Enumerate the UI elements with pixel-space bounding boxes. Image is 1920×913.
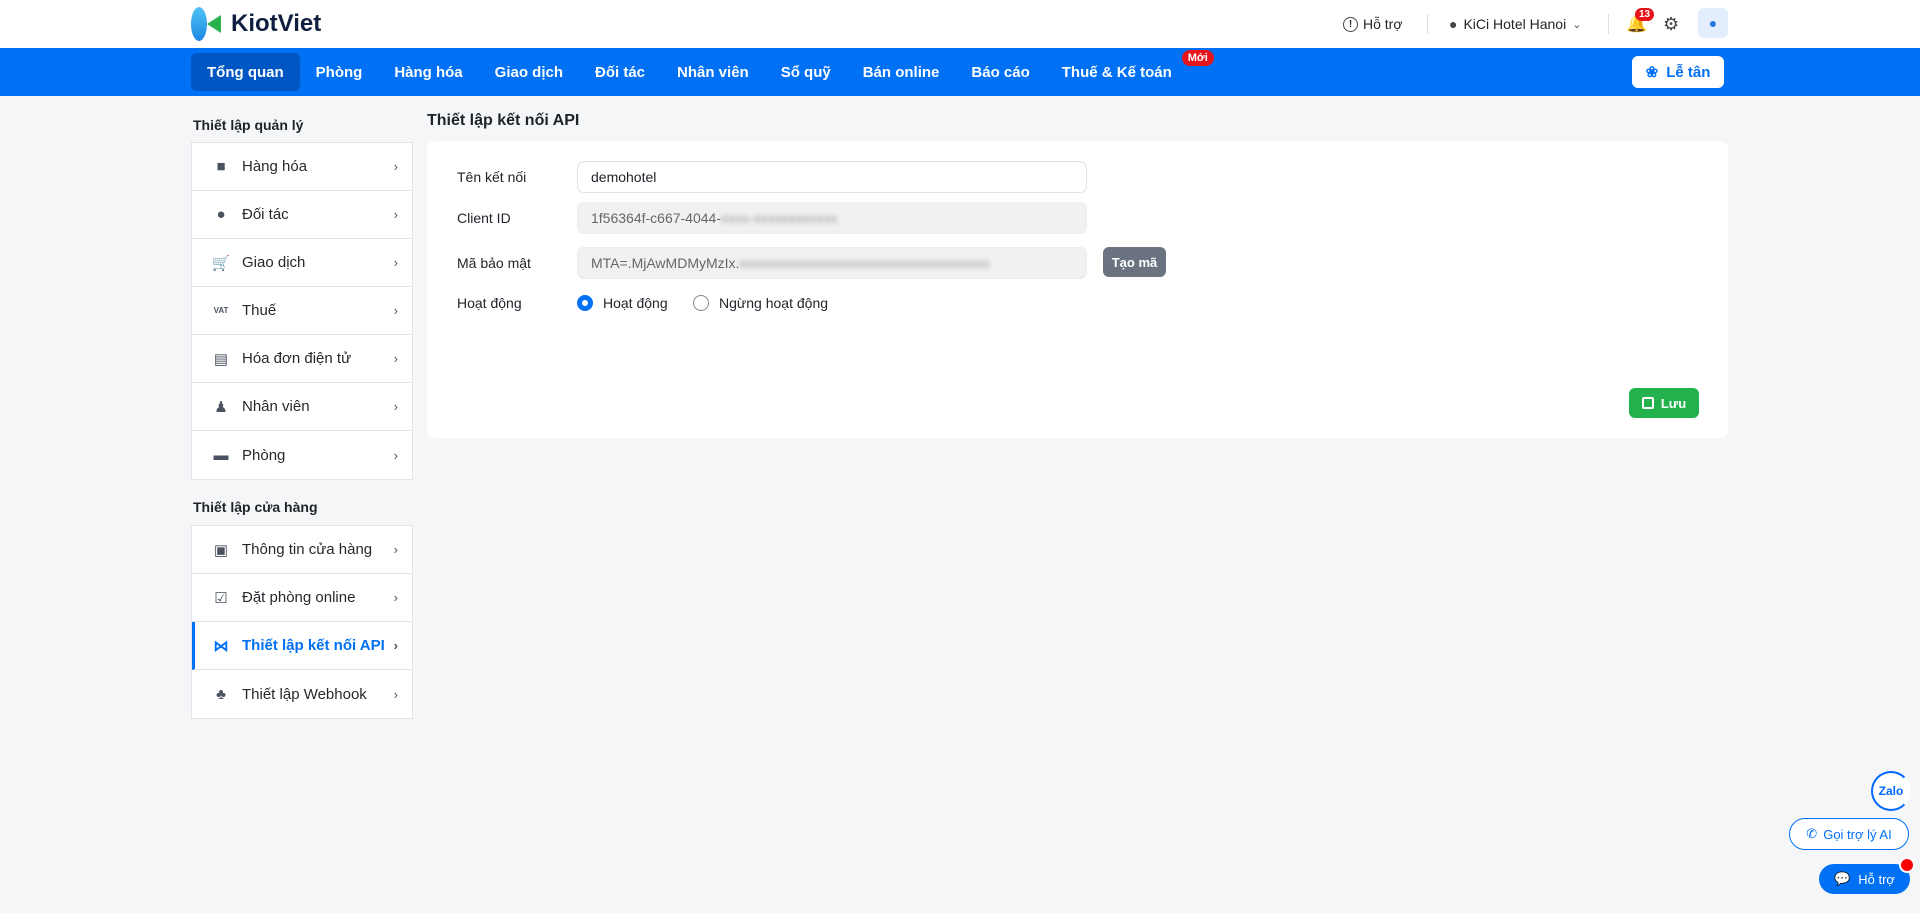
save-button[interactable]: Lưu xyxy=(1629,388,1699,418)
zalo-button[interactable]: Zalo xyxy=(1871,771,1911,811)
sidebar-item[interactable]: ♣ Thiết lập Webhook › xyxy=(192,670,412,718)
chevron-right-icon: › xyxy=(393,159,398,174)
sidebar-item[interactable]: VAT Thuế › xyxy=(192,287,412,335)
sidebar-group-title: Thiết lập cửa hàng xyxy=(193,499,318,515)
main-nav: Tổng quan Phòng Hàng hóa Giao dịch Đối tác Nh… xyxy=(0,48,1920,96)
sidebar-group-title: Thiết lập quản lý xyxy=(193,117,304,133)
nav-item[interactable]: Giao dịch xyxy=(479,53,579,91)
logo-mark-icon xyxy=(191,7,225,41)
client-id-label: Client ID xyxy=(457,210,511,226)
sidebar-group-management: ■ Hàng hóa › ● Đối tác › 🛒 Giao dịch › VAT Thuế › ▤ H… xyxy=(191,142,413,480)
ai-assistant-button[interactable]: ✆ Gọi trợ lý AI xyxy=(1789,818,1909,850)
nav-item[interactable]: Tổng quan xyxy=(191,53,300,91)
kiotviet-logo[interactable]: KiotViet xyxy=(191,7,321,41)
chevron-right-icon: › xyxy=(393,638,398,653)
nav-item[interactable]: Sổ quỹ xyxy=(765,53,847,91)
sidebar-item[interactable]: ▣ Thông tin cửa hàng › xyxy=(192,526,412,574)
chevron-right-icon: › xyxy=(393,447,398,463)
box-icon: ■ xyxy=(216,158,226,175)
chevron-right-icon: › xyxy=(393,351,398,366)
chevron-right-icon: › xyxy=(393,590,398,605)
chevron-right-icon: › xyxy=(393,686,398,702)
radio-active[interactable]: Hoạt động xyxy=(577,295,668,311)
sidebar-item[interactable]: ■ Hàng hóa › xyxy=(192,143,412,191)
chevron-right-icon: › xyxy=(393,303,398,318)
webhook-icon: ♣ xyxy=(216,685,226,703)
api-settings-panel: Tên kết nối demohotel Client ID 1f56364f… xyxy=(427,141,1728,438)
radio-checked-icon xyxy=(577,295,593,311)
chat-bubble-icon: 💬 xyxy=(1834,871,1851,886)
user-icon: ● xyxy=(216,206,226,223)
sidebar-item[interactable]: ♟ Nhân viên › xyxy=(192,383,412,431)
gear-icon[interactable]: ⚙ xyxy=(1663,0,1679,48)
divider xyxy=(1427,14,1428,34)
support-link[interactable]: ! Hỗ trợ xyxy=(1343,0,1403,48)
secret-label: Mã bảo mật xyxy=(457,255,531,271)
invoice-icon: ▤ xyxy=(213,350,229,368)
phone-sparkle-icon: ✆ xyxy=(1806,826,1818,841)
page-title: Thiết lập kết nối API xyxy=(427,112,580,129)
help-notification-dot xyxy=(1899,857,1915,873)
lotus-icon: ❀ xyxy=(1645,64,1659,81)
top-header: KiotViet ! Hỗ trợ ● KiCi Hotel Hanoi ⌄ 🔔… xyxy=(0,0,1920,48)
user-icon: ● xyxy=(1708,15,1718,31)
location-pin-icon: ● xyxy=(1449,16,1458,32)
secret-key-field[interactable]: MTA=.MjAwMDMyMzIx. xxxxxxxxxxxxxxxxxxxxxx… xyxy=(577,247,1087,279)
sidebar-item[interactable]: ● Đối tác › xyxy=(192,191,412,239)
sidebar-item[interactable]: ▤ Hóa đơn điện tử › xyxy=(192,335,412,383)
nav-item[interactable]: Nhân viên xyxy=(661,53,765,91)
chevron-right-icon: › xyxy=(393,399,398,414)
new-badge: Mới xyxy=(1181,50,1214,66)
calendar-check-icon: ☑ xyxy=(214,589,228,607)
notification-button[interactable]: 🔔 13 xyxy=(1626,0,1655,48)
client-id-field[interactable]: 1f56364f-c667-4044- xxxx-xxxxxxxxxxxx xyxy=(577,202,1087,234)
status-label: Hoạt động xyxy=(457,295,522,311)
chevron-right-icon: › xyxy=(393,207,398,222)
radio-inactive[interactable]: Ngừng hoạt động xyxy=(693,295,828,311)
chevron-right-icon: › xyxy=(393,255,398,270)
floppy-disk-icon xyxy=(1641,397,1654,409)
sidebar-item[interactable]: ☑ Đặt phòng online › xyxy=(192,574,412,622)
chat-alert-icon: ! xyxy=(1343,16,1358,32)
nav-item[interactable]: Bán online xyxy=(847,53,956,91)
sidebar-item[interactable]: ⋈ Thiết lập kết nối API › xyxy=(192,622,412,670)
chevron-right-icon: › xyxy=(393,542,398,557)
nav-item[interactable]: Thuế & Kế toán Mới xyxy=(1046,50,1214,91)
help-chat-button[interactable]: 💬 Hỗ trợ xyxy=(1819,864,1910,894)
nav-item[interactable]: Hàng hóa xyxy=(378,53,478,91)
vat-icon: VAT xyxy=(213,306,229,315)
nav-item[interactable]: Báo cáo xyxy=(955,53,1045,91)
api-network-icon: ⋈ xyxy=(213,637,229,655)
nav-item[interactable]: Phòng xyxy=(300,53,379,91)
generate-key-button[interactable]: Tạo mã xyxy=(1103,247,1166,277)
connection-name-input[interactable]: demohotel xyxy=(577,161,1087,193)
cart-icon: 🛒 xyxy=(211,254,231,272)
reception-button[interactable]: ❀ Lễ tân xyxy=(1632,56,1724,88)
nav-item[interactable]: Đối tác xyxy=(579,53,661,91)
radio-unchecked-icon xyxy=(693,295,709,311)
store-icon: ▣ xyxy=(213,541,229,559)
avatar[interactable]: ● xyxy=(1698,8,1728,38)
name-label: Tên kết nối xyxy=(457,169,527,185)
notification-badge: 13 xyxy=(1635,8,1655,21)
bed-icon: ▬ xyxy=(213,446,229,464)
branch-selector[interactable]: ● KiCi Hotel Hanoi ⌄ xyxy=(1449,0,1581,48)
chevron-down-icon: ⌄ xyxy=(1572,18,1582,31)
sidebar-item[interactable]: 🛒 Giao dịch › xyxy=(192,239,412,287)
sidebar-item[interactable]: ▬ Phòng › xyxy=(192,431,412,479)
employee-icon: ♟ xyxy=(214,398,228,416)
sidebar-group-store: ▣ Thông tin cửa hàng › ☑ Đặt phòng online › ⋈ T… xyxy=(191,525,413,719)
divider xyxy=(1608,14,1609,34)
